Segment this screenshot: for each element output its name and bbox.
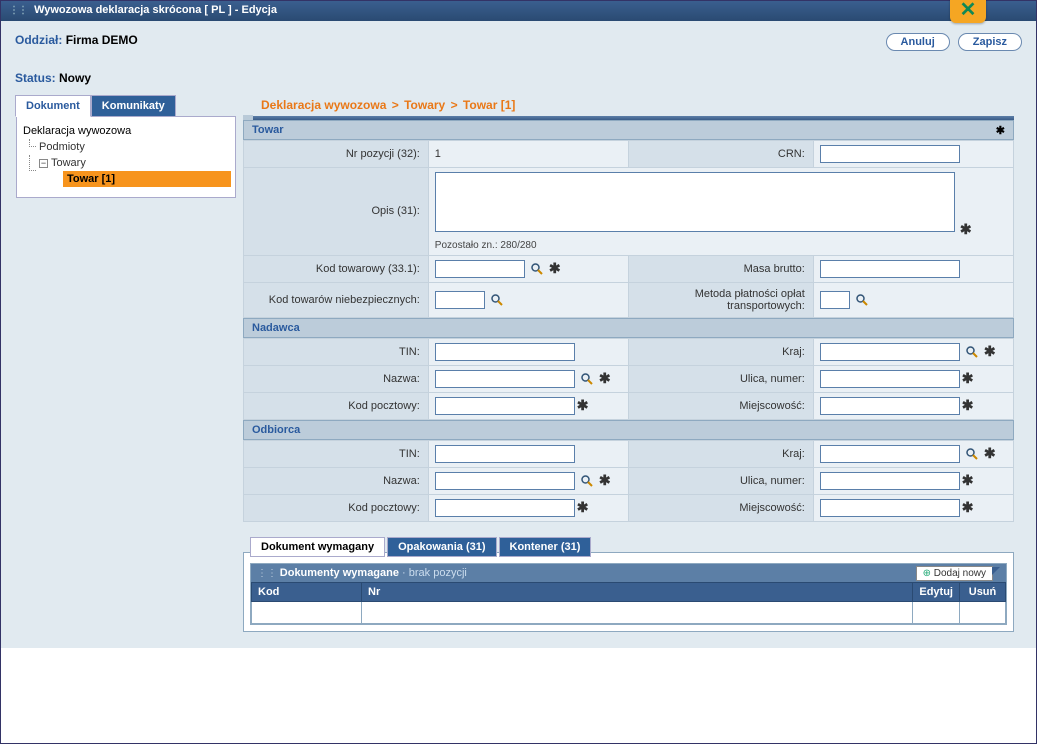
nad-kod-pocztowy-field[interactable] bbox=[435, 397, 575, 415]
docs-col-nr[interactable]: Nr bbox=[362, 582, 913, 601]
nad-nazwa-field[interactable] bbox=[435, 370, 575, 388]
breadcrumb-1[interactable]: Deklaracja wywozowa bbox=[261, 98, 386, 112]
nad-miejscowosc-field[interactable] bbox=[820, 397, 960, 415]
docs-col-usun[interactable]: Usuń bbox=[960, 582, 1006, 601]
odb-ulica-label: Ulica, numer: bbox=[628, 467, 813, 494]
tab-komunikaty[interactable]: Komunikaty bbox=[91, 95, 176, 117]
kod-towarowy-field[interactable] bbox=[435, 260, 525, 278]
odb-tin-field[interactable] bbox=[435, 445, 575, 463]
docs-col-edytuj[interactable]: Edytuj bbox=[913, 582, 960, 601]
breadcrumb-2[interactable]: Towary bbox=[404, 98, 445, 112]
branch-label: Oddział: bbox=[15, 33, 62, 47]
metoda-platnosci-label: Metoda płatności opłat transportowych: bbox=[628, 282, 813, 317]
form-nadawca: TIN: Kraj: ✱ Nazwa: bbox=[243, 338, 1014, 420]
dialog-window: Wywozowa deklaracja skrócona [ PL ] - Ed… bbox=[0, 0, 1037, 744]
opis-label: Opis (31): bbox=[244, 168, 429, 256]
odb-miejscowosc-label: Miejscowość: bbox=[628, 494, 813, 521]
masa-brutto-label: Masa brutto: bbox=[628, 255, 813, 282]
tree-collapse-icon[interactable]: − bbox=[39, 159, 48, 168]
nr-pozycji-value: 1 bbox=[435, 148, 441, 160]
required-icon: ✱ bbox=[549, 260, 561, 276]
lookup-icon[interactable] bbox=[965, 447, 979, 461]
opis-field[interactable] bbox=[435, 172, 955, 232]
docs-col-kod[interactable]: Kod bbox=[252, 582, 362, 601]
section-odbiorca: Odbiorca bbox=[243, 420, 1014, 440]
main-panel: Deklaracja wywozowa > Towary > Towar [1]… bbox=[235, 95, 1022, 640]
odb-kod-pocztowy-label: Kod pocztowy: bbox=[244, 494, 429, 521]
form-towar: Nr pozycji (32): 1 CRN: Opis (31): ✱ Poz… bbox=[243, 140, 1014, 318]
cancel-button[interactable]: Anuluj bbox=[886, 33, 950, 51]
nad-kraj-label: Kraj: bbox=[628, 338, 813, 365]
lookup-icon[interactable] bbox=[855, 293, 869, 307]
title-text: Wywozowa deklaracja skrócona [ PL ] - Ed… bbox=[34, 4, 277, 16]
docs-title: Dokumenty wymagane bbox=[280, 567, 399, 579]
metoda-platnosci-field[interactable] bbox=[820, 291, 850, 309]
crn-field[interactable] bbox=[820, 145, 960, 163]
docs-table: Kod Nr Edytuj Usuń bbox=[251, 582, 1006, 624]
odb-tin-label: TIN: bbox=[244, 440, 429, 467]
kod-towarow-niebezp-label: Kod towarów niebezpiecznych: bbox=[244, 282, 429, 317]
odb-nazwa-field[interactable] bbox=[435, 472, 575, 490]
odb-kraj-field[interactable] bbox=[820, 445, 960, 463]
status-label: Status: bbox=[15, 71, 56, 85]
subtab-opakowania[interactable]: Opakowania (31) bbox=[387, 537, 496, 557]
section-nadawca: Nadawca bbox=[243, 318, 1014, 338]
required-icon: ✱ bbox=[996, 124, 1005, 137]
section-towar: Towar ✱ bbox=[243, 120, 1014, 140]
docs-empty-row bbox=[252, 601, 1006, 623]
form-odbiorca: TIN: Kraj: ✱ Nazwa: bbox=[243, 440, 1014, 522]
tree-panel: Deklaracja wywozowa Podmioty −Towary Tow… bbox=[16, 116, 236, 198]
odb-kraj-label: Kraj: bbox=[628, 440, 813, 467]
crn-label: CRN: bbox=[628, 141, 813, 168]
nr-pozycji-label: Nr pozycji (32): bbox=[244, 141, 429, 168]
nad-miejscowosc-label: Miejscowość: bbox=[628, 392, 813, 419]
tree-item-towary[interactable]: −Towary bbox=[37, 155, 231, 171]
subtab-kontener[interactable]: Kontener (31) bbox=[499, 537, 592, 557]
docs-header: Dokumenty wymagane · brak pozycji Dodaj … bbox=[251, 564, 1006, 582]
required-icon: ✱ bbox=[960, 221, 972, 237]
branch-value: Firma DEMO bbox=[66, 33, 138, 47]
close-icon[interactable]: ✕ bbox=[950, 0, 986, 23]
tree-root[interactable]: Deklaracja wywozowa bbox=[23, 123, 231, 139]
odb-miejscowosc-field[interactable] bbox=[820, 499, 960, 517]
lookup-icon[interactable] bbox=[965, 345, 979, 359]
subtab-dokument-wymagany[interactable]: Dokument wymagany bbox=[250, 537, 385, 557]
odb-kod-pocztowy-field[interactable] bbox=[435, 499, 575, 517]
nad-tin-field[interactable] bbox=[435, 343, 575, 361]
odb-nazwa-label: Nazwa: bbox=[244, 467, 429, 494]
header-area: Oddział: Firma DEMO Anuluj Zapisz Status… bbox=[1, 21, 1036, 648]
masa-brutto-field[interactable] bbox=[820, 260, 960, 278]
nad-ulica-field[interactable] bbox=[820, 370, 960, 388]
breadcrumb-3[interactable]: Towar [1] bbox=[463, 98, 515, 112]
subtabs-panel: Dokument wymagany Opakowania (31) Konten… bbox=[243, 552, 1014, 632]
lookup-icon[interactable] bbox=[580, 474, 594, 488]
nad-tin-label: TIN: bbox=[244, 338, 429, 365]
lookup-icon[interactable] bbox=[490, 293, 504, 307]
add-new-button[interactable]: Dodaj nowy bbox=[916, 566, 993, 581]
nad-ulica-label: Ulica, numer: bbox=[628, 365, 813, 392]
odb-ulica-field[interactable] bbox=[820, 472, 960, 490]
tab-dokument[interactable]: Dokument bbox=[15, 95, 91, 117]
nad-nazwa-label: Nazwa: bbox=[244, 365, 429, 392]
nad-kod-pocztowy-label: Kod pocztowy: bbox=[244, 392, 429, 419]
triangle-icon bbox=[992, 567, 1000, 575]
tree-item-podmioty[interactable]: Podmioty bbox=[37, 139, 231, 155]
left-panel: Dokument Komunikaty Deklaracja wywozowa … bbox=[15, 95, 235, 640]
save-button[interactable]: Zapisz bbox=[958, 33, 1022, 51]
title-bar: Wywozowa deklaracja skrócona [ PL ] - Ed… bbox=[1, 1, 1036, 21]
chars-remaining: Pozostało zn.: 280/280 bbox=[435, 240, 1007, 251]
lookup-icon[interactable] bbox=[530, 262, 544, 276]
status-value: Nowy bbox=[59, 71, 91, 85]
kod-towarowy-label: Kod towarowy (33.1): bbox=[244, 255, 429, 282]
nad-kraj-field[interactable] bbox=[820, 343, 960, 361]
tree-item-towar-1[interactable]: Towar [1] bbox=[63, 171, 231, 187]
kod-niebezp-field[interactable] bbox=[435, 291, 485, 309]
breadcrumb: Deklaracja wywozowa > Towary > Towar [1] bbox=[243, 95, 1014, 116]
lookup-icon[interactable] bbox=[580, 372, 594, 386]
